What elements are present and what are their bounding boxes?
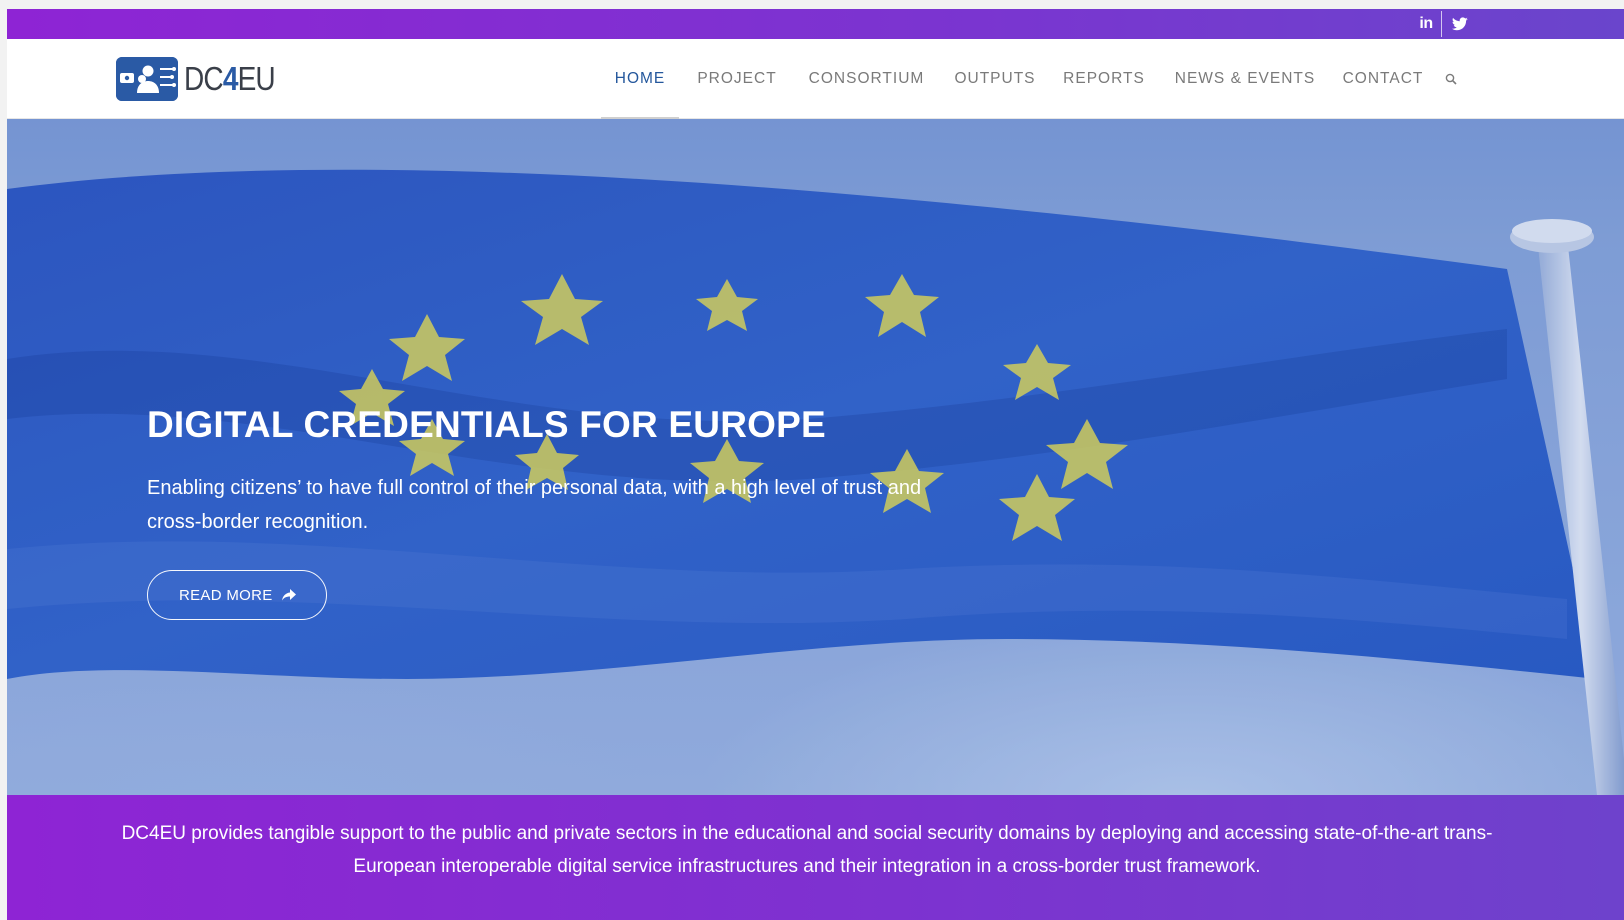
- twitter-link[interactable]: [1443, 9, 1477, 39]
- mission-band: DC4EU provides tangible support to the p…: [7, 795, 1624, 920]
- social-divider: [1441, 11, 1442, 37]
- nav-outputs[interactable]: OUTPUTS: [947, 39, 1043, 118]
- nav-reports[interactable]: REPORTS: [1055, 39, 1153, 118]
- nav-consortium[interactable]: CONSORTIUM: [798, 39, 935, 118]
- linkedin-link[interactable]: in: [1409, 9, 1443, 39]
- linkedin-icon[interactable]: in: [1409, 9, 1443, 39]
- read-more-button[interactable]: READ MORE: [147, 570, 327, 620]
- nav-home[interactable]: HOME: [601, 39, 679, 119]
- top-social-bar: in: [7, 9, 1624, 39]
- hero-title: DIGITAL CREDENTIALS FOR EUROPE: [147, 404, 826, 445]
- site-logo[interactable]: DC4EU: [116, 56, 291, 102]
- credential-badge-icon: [116, 57, 178, 101]
- nav-news-events[interactable]: NEWS & EVENTS: [1165, 39, 1325, 118]
- mission-text: DC4EU provides tangible support to the p…: [121, 823, 1493, 877]
- logo-wordmark: DC4EU: [184, 60, 276, 97]
- site-header: DC4EU HOME PROJECT CONSORTIUM OUTPUTS RE…: [7, 39, 1624, 119]
- hero-banner: DIGITAL CREDENTIALS FOR EUROPE Enabling …: [7, 119, 1624, 795]
- nav-project[interactable]: PROJECT: [692, 39, 782, 118]
- hero-subtitle: Enabling citizens’ to have full control …: [147, 477, 922, 533]
- hero-content: DIGITAL CREDENTIALS FOR EUROPE Enabling …: [147, 403, 1007, 620]
- page: in DC4EU HOME PROJECT CONSORTIUM OUTPUTS…: [7, 9, 1624, 920]
- share-arrow-icon: [281, 589, 296, 601]
- search-icon[interactable]: [1440, 39, 1462, 118]
- nav-contact[interactable]: CONTACT: [1336, 39, 1430, 118]
- twitter-icon[interactable]: [1443, 9, 1477, 39]
- read-more-label: READ MORE: [179, 586, 273, 604]
